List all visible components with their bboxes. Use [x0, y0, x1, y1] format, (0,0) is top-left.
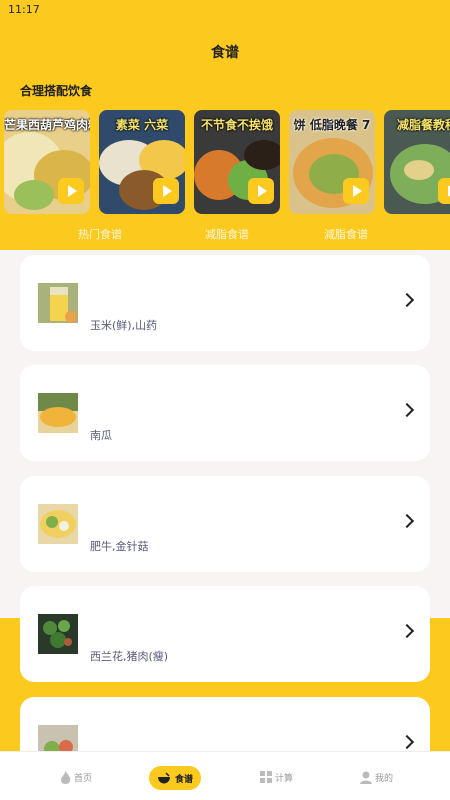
- section-title: 合理搭配饮食: [20, 84, 93, 98]
- recipe-card[interactable]: 肥牛,金针菇: [20, 476, 430, 572]
- recipe-ingredients: 玉米(鲜),山药: [90, 319, 158, 332]
- tab-recipes-label: 食谱: [174, 774, 193, 785]
- chevron-right-icon[interactable]: [399, 734, 415, 750]
- play-icon[interactable]: [58, 178, 84, 204]
- play-icon[interactable]: [248, 178, 274, 204]
- video-card[interactable]: 素菜 六菜: [99, 110, 185, 214]
- recipe-ingredients: 西兰花,猪肉(瘦): [90, 650, 169, 663]
- video-caption: 减脂餐教程: [396, 118, 450, 132]
- recipe-ingredients: 肥牛,金针菇: [90, 540, 149, 553]
- tab-mine-label: 我的: [375, 773, 394, 784]
- recipe-thumbnail: [38, 283, 78, 323]
- play-icon[interactable]: [343, 178, 369, 204]
- video-carousel[interactable]: 芒果西葫芦鸡肉粉丝 素菜 六菜 不节食不挨饿 饼 低脂晚餐 7 减脂餐教程: [0, 110, 450, 216]
- category-label[interactable]: 减脂食谱: [205, 226, 249, 242]
- video-caption: 素菜 六菜: [115, 118, 169, 132]
- chevron-right-icon[interactable]: [399, 292, 415, 308]
- status-time: 11:17: [8, 3, 40, 16]
- user-icon: [360, 771, 372, 784]
- video-caption: 饼 低脂晚餐 7: [293, 118, 371, 132]
- tab-home[interactable]: 首页: [60, 767, 92, 787]
- tab-calc[interactable]: 计算: [260, 767, 293, 787]
- video-card[interactable]: 减脂餐教程: [384, 110, 450, 214]
- recipe-ingredients: 南瓜: [90, 429, 112, 442]
- play-icon[interactable]: [153, 178, 179, 204]
- recipe-thumbnail: [38, 393, 78, 433]
- recipe-card[interactable]: 南瓜: [20, 365, 430, 461]
- recipe-thumbnail: [38, 504, 78, 544]
- tab-calc-label: 计算: [275, 773, 294, 784]
- recipe-thumbnail: [38, 614, 78, 654]
- chevron-right-icon[interactable]: [399, 513, 415, 529]
- chevron-right-icon[interactable]: [399, 623, 415, 639]
- video-caption: 不节食不挨饿: [200, 118, 273, 132]
- video-caption: 芒果西葫芦鸡肉粉丝: [4, 118, 90, 132]
- recipe-card[interactable]: 玉米(鲜),山药: [20, 255, 430, 351]
- grid-icon: [260, 771, 272, 783]
- flame-icon: [61, 770, 71, 784]
- category-label[interactable]: 热门食谱: [78, 226, 122, 242]
- video-card[interactable]: 饼 低脂晚餐 7: [289, 110, 375, 214]
- play-icon[interactable]: [438, 178, 450, 204]
- tab-recipes[interactable]: 食谱: [149, 766, 201, 790]
- video-card[interactable]: 芒果西葫芦鸡肉粉丝: [4, 110, 90, 214]
- chevron-right-icon[interactable]: [399, 402, 415, 418]
- video-card[interactable]: 不节食不挨饿: [194, 110, 280, 214]
- recipe-card[interactable]: 西兰花,猪肉(瘦): [20, 586, 430, 682]
- page-title: 食谱: [211, 45, 239, 61]
- bowl-icon: [157, 772, 170, 784]
- tab-mine[interactable]: 我的: [360, 767, 393, 787]
- category-label[interactable]: 減脂食谱: [324, 226, 368, 242]
- tab-home-label: 首页: [74, 773, 93, 784]
